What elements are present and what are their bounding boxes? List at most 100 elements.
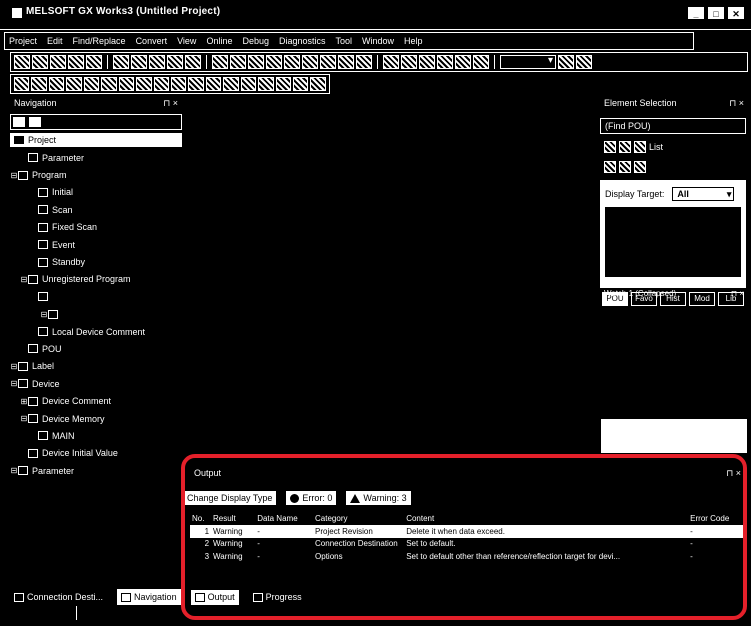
coil-icon[interactable]: [83, 77, 100, 91]
filter-icon[interactable]: [576, 55, 592, 69]
parallel-open-icon[interactable]: [48, 77, 65, 91]
tree-item[interactable]: ⊟ Device: [10, 375, 182, 392]
line-horizontal-icon[interactable]: [118, 77, 135, 91]
function-block-icon[interactable]: [258, 77, 274, 91]
tree-item[interactable]: ⊞ Device Comment: [10, 392, 182, 409]
tab-navigation[interactable]: Navigation: [117, 589, 181, 605]
column-header-result[interactable]: Result: [211, 512, 255, 525]
expand-toggle-icon[interactable]: ⊟: [20, 275, 28, 284]
print-icon[interactable]: [68, 55, 84, 69]
close-button[interactable]: ✕: [727, 6, 745, 20]
zoom-select[interactable]: [500, 55, 556, 69]
help-icon[interactable]: [86, 55, 102, 69]
expand-toggle-icon[interactable]: ⊟: [40, 310, 48, 319]
list-view-label[interactable]: List: [649, 142, 663, 152]
new-icon[interactable]: [14, 55, 30, 69]
replace-icon[interactable]: [230, 55, 246, 69]
change-display-type-button[interactable]: Change Display Type: [182, 490, 278, 506]
tree-item[interactable]: ⊟ Program: [10, 166, 182, 183]
expand-toggle-icon[interactable]: ⊟: [10, 362, 18, 371]
menu-help[interactable]: Help: [404, 36, 423, 46]
write-plc-icon[interactable]: [302, 55, 318, 69]
tree-item[interactable]: Standby: [10, 253, 182, 270]
paste-icon[interactable]: [149, 55, 165, 69]
menu-edit[interactable]: Edit: [47, 36, 63, 46]
tab-output[interactable]: Output: [190, 589, 239, 605]
simulation-icon[interactable]: [383, 55, 399, 69]
line-delete-icon[interactable]: [153, 77, 169, 91]
display-target-select[interactable]: All: [672, 187, 735, 201]
menu-find-replace[interactable]: Find/Replace: [73, 36, 126, 46]
menu-view[interactable]: View: [177, 36, 196, 46]
statement-icon[interactable]: [293, 77, 309, 91]
sort-icon[interactable]: [604, 141, 616, 153]
verify-plc-icon[interactable]: [320, 55, 336, 69]
convert-icon[interactable]: [248, 55, 264, 69]
comment-icon[interactable]: [275, 77, 291, 91]
device-batch-icon[interactable]: [437, 55, 453, 69]
rebuild-icon[interactable]: [266, 55, 282, 69]
menu-diagnostics[interactable]: Diagnostics: [279, 36, 326, 46]
inline-st-icon[interactable]: [223, 77, 239, 91]
error-filter-button[interactable]: Error: 0: [285, 490, 338, 506]
collapse-all-icon[interactable]: [29, 117, 41, 127]
open-icon[interactable]: [32, 55, 48, 69]
tree-item[interactable]: ⊟ Label: [10, 358, 182, 375]
expand-toggle-icon[interactable]: ⊟: [20, 414, 28, 423]
tree-item[interactable]: ⊟: [10, 306, 182, 323]
watch-area[interactable]: [600, 418, 748, 454]
find-next-icon[interactable]: [558, 55, 574, 69]
tree-item[interactable]: Local Device Comment: [10, 323, 182, 340]
menu-online[interactable]: Online: [206, 36, 232, 46]
rising-pulse-icon[interactable]: [170, 77, 187, 91]
monitor-icon[interactable]: [338, 55, 354, 69]
list-view-icon[interactable]: [634, 141, 646, 153]
table-row[interactable]: 3 Warning - Options Set to default other…: [190, 550, 745, 563]
redo-icon[interactable]: [185, 55, 201, 69]
tree-item[interactable]: Parameter: [10, 149, 182, 166]
read-plc-icon[interactable]: [284, 55, 300, 69]
expand-toggle-icon[interactable]: ⊟: [10, 466, 18, 475]
watch-icon[interactable]: [419, 55, 435, 69]
line-vertical-icon[interactable]: [136, 77, 152, 91]
invert-icon[interactable]: [205, 77, 222, 91]
menu-project[interactable]: Project: [9, 36, 37, 46]
pin-close-icon[interactable]: ⊓ ×: [729, 98, 744, 109]
instruction-icon[interactable]: [101, 77, 117, 91]
tree-item[interactable]: ⊟ Parameter: [10, 462, 182, 479]
tree-item[interactable]: ⊟ Device Memory: [10, 410, 182, 427]
pin-close-icon[interactable]: ⊓ ×: [726, 468, 741, 479]
tree-item[interactable]: Event: [10, 236, 182, 253]
tree-item[interactable]: Scan: [10, 201, 182, 218]
tree-item[interactable]: Initial: [10, 184, 182, 201]
expand-toggle-icon[interactable]: ⊟: [10, 379, 18, 388]
function-icon[interactable]: [240, 77, 257, 91]
properties-icon[interactable]: [634, 161, 646, 173]
element-list[interactable]: [605, 207, 741, 277]
tab-progress[interactable]: Progress: [249, 589, 306, 605]
table-row[interactable]: 2 Warning - Connection Destination Set t…: [190, 538, 745, 551]
column-header-data-name[interactable]: Data Name: [255, 512, 313, 525]
find-pou-field[interactable]: (Find POU): [600, 118, 746, 134]
tree-item[interactable]: ⊟ Unregistered Program: [10, 271, 182, 288]
contact-close-icon[interactable]: [31, 77, 47, 91]
zoom-icon[interactable]: [473, 55, 489, 69]
expand-toggle-icon[interactable]: ⊟: [10, 171, 18, 180]
tree-item[interactable]: [10, 288, 182, 305]
pin-close-icon[interactable]: ⊓ ×: [731, 289, 744, 298]
column-header-content[interactable]: Content: [404, 512, 688, 525]
diagnostics-icon[interactable]: [455, 55, 471, 69]
filter-icon[interactable]: [619, 141, 631, 153]
menu-debug[interactable]: Debug: [242, 36, 269, 46]
pin-close-icon[interactable]: ⊓ ×: [163, 98, 178, 109]
falling-pulse-icon[interactable]: [188, 77, 204, 91]
warning-filter-button[interactable]: Warning: 3: [345, 490, 412, 506]
minimize-button[interactable]: _: [687, 6, 705, 20]
simulation-stop-icon[interactable]: [401, 55, 417, 69]
tab-connection-destination[interactable]: Connection Desti...: [10, 589, 107, 605]
find-icon[interactable]: [212, 55, 228, 69]
save-icon[interactable]: [50, 55, 66, 69]
table-row[interactable]: 1 Warning - Project Revision Delete it w…: [190, 525, 745, 538]
project-view-icon[interactable]: [13, 117, 25, 127]
column-header-error-code[interactable]: Error Code: [688, 512, 745, 525]
